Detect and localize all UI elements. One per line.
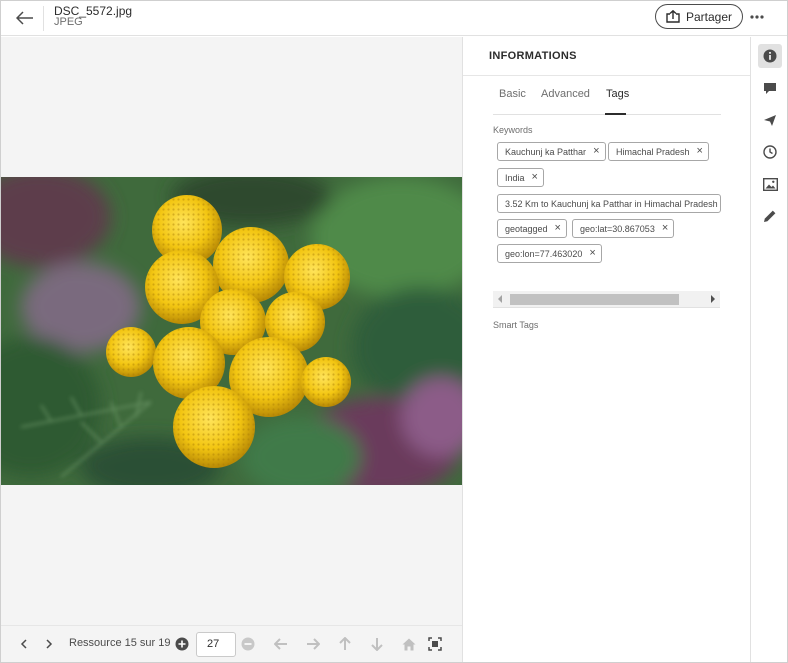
arrow-left-icon (274, 638, 287, 650)
panel-divider (463, 75, 750, 76)
reset-view-button[interactable] (399, 634, 419, 654)
keyword-tag[interactable]: Kauchunj ka Patthar × (497, 142, 606, 161)
chevron-right-icon (46, 639, 53, 649)
info-icon (763, 49, 777, 63)
info-tabs: Basic Advanced Tags (493, 87, 721, 115)
arrow-up-icon (339, 637, 351, 650)
rail-renditions-button[interactable] (758, 172, 782, 196)
keyword-tag[interactable]: India × (497, 168, 544, 187)
chevron-left-icon (20, 639, 27, 649)
info-panel: INFORMATIONS Basic Advanced Tags Keyword… (462, 37, 750, 662)
remove-tag-icon[interactable]: × (555, 223, 561, 234)
asset-preview (1, 37, 462, 625)
active-tab-indicator (605, 113, 626, 115)
share-button[interactable]: Partager (655, 4, 743, 29)
pan-up-button[interactable] (335, 634, 355, 654)
more-actions-button[interactable] (746, 6, 768, 28)
flower-photo (1, 177, 462, 485)
keyword-tag-label: geo:lat=30.867053 (580, 223, 655, 234)
more-icon (750, 15, 764, 19)
preview-toolbar: Ressource 15 sur 19 27 (1, 625, 462, 662)
arrow-left-icon (16, 11, 33, 25)
pan-down-button[interactable] (367, 634, 387, 654)
pan-right-button[interactable] (303, 634, 323, 654)
previous-asset-button[interactable] (14, 634, 34, 654)
keyword-tag-label: geo:lon=77.463020 (505, 248, 583, 259)
scrollbar-thumb[interactable] (510, 294, 679, 305)
header-divider (43, 6, 44, 31)
keywords-label: Keywords (493, 125, 533, 135)
remove-tag-icon[interactable]: × (662, 223, 668, 234)
zoom-input[interactable]: 27 (196, 632, 236, 657)
rail-history-button[interactable] (758, 140, 782, 164)
tab-basic[interactable]: Basic (499, 88, 526, 100)
keyword-tag-label: geotagged (505, 223, 548, 234)
rail-send-button[interactable] (758, 108, 782, 132)
comment-icon (764, 82, 776, 94)
remove-tag-icon[interactable]: × (593, 146, 599, 157)
keyword-tag-label: India (505, 172, 525, 183)
remove-tag-icon[interactable]: × (589, 248, 595, 259)
arrow-right-icon (307, 638, 320, 650)
keywords-scrollbar[interactable] (493, 291, 720, 308)
zoom-in-button[interactable] (172, 634, 192, 654)
keyword-tag-label: Kauchunj ka Patthar (505, 146, 587, 157)
zoom-out-button[interactable] (238, 634, 258, 654)
scroll-left-arrow-icon[interactable] (498, 295, 502, 303)
asset-image[interactable] (1, 177, 462, 485)
header-bar: DSC_5572.jpg JPEG Partager (1, 1, 787, 36)
side-rail (750, 37, 787, 662)
keyword-tag[interactable]: geotagged × (497, 219, 567, 238)
next-asset-button[interactable] (39, 634, 59, 654)
fit-screen-icon (428, 637, 442, 651)
pan-left-button[interactable] (271, 634, 291, 654)
share-icon (666, 10, 680, 23)
share-button-label: Partager (685, 9, 733, 24)
keyword-tag-label: Himachal Pradesh (616, 146, 690, 157)
rail-comments-button[interactable] (758, 76, 782, 100)
smart-tags-label: Smart Tags (493, 320, 539, 330)
rail-edit-button[interactable] (758, 204, 782, 228)
plus-circle-icon (175, 637, 189, 651)
remove-tag-icon[interactable]: × (532, 172, 538, 183)
back-button[interactable] (13, 6, 37, 30)
keyword-tag[interactable]: Himachal Pradesh × (608, 142, 709, 161)
keyword-tag-label: 3.52 Km to Kauchunj ka Patthar in Himach… (505, 198, 721, 209)
tab-tags[interactable]: Tags (606, 88, 629, 100)
fit-to-screen-button[interactable] (425, 634, 445, 654)
rail-info-button[interactable] (758, 44, 782, 68)
resource-counter: Ressource 15 sur 19 (69, 637, 171, 649)
panel-title: INFORMATIONS (489, 50, 577, 62)
minus-circle-icon (241, 637, 255, 651)
send-icon (764, 114, 776, 126)
edit-icon (764, 210, 776, 222)
tab-advanced[interactable]: Advanced (541, 88, 590, 100)
file-type: JPEG (54, 16, 83, 28)
arrow-down-icon (371, 638, 383, 651)
home-icon (402, 638, 416, 650)
scroll-right-arrow-icon[interactable] (711, 295, 715, 303)
image-icon (762, 177, 778, 191)
keyword-tag[interactable]: geo:lat=30.867053 × (572, 219, 675, 238)
keyword-tag[interactable]: geo:lon=77.463020 × (497, 244, 602, 263)
history-icon (763, 145, 777, 159)
keyword-tag[interactable]: 3.52 Km to Kauchunj ka Patthar in Himach… (497, 194, 721, 213)
remove-tag-icon[interactable]: × (697, 146, 703, 157)
